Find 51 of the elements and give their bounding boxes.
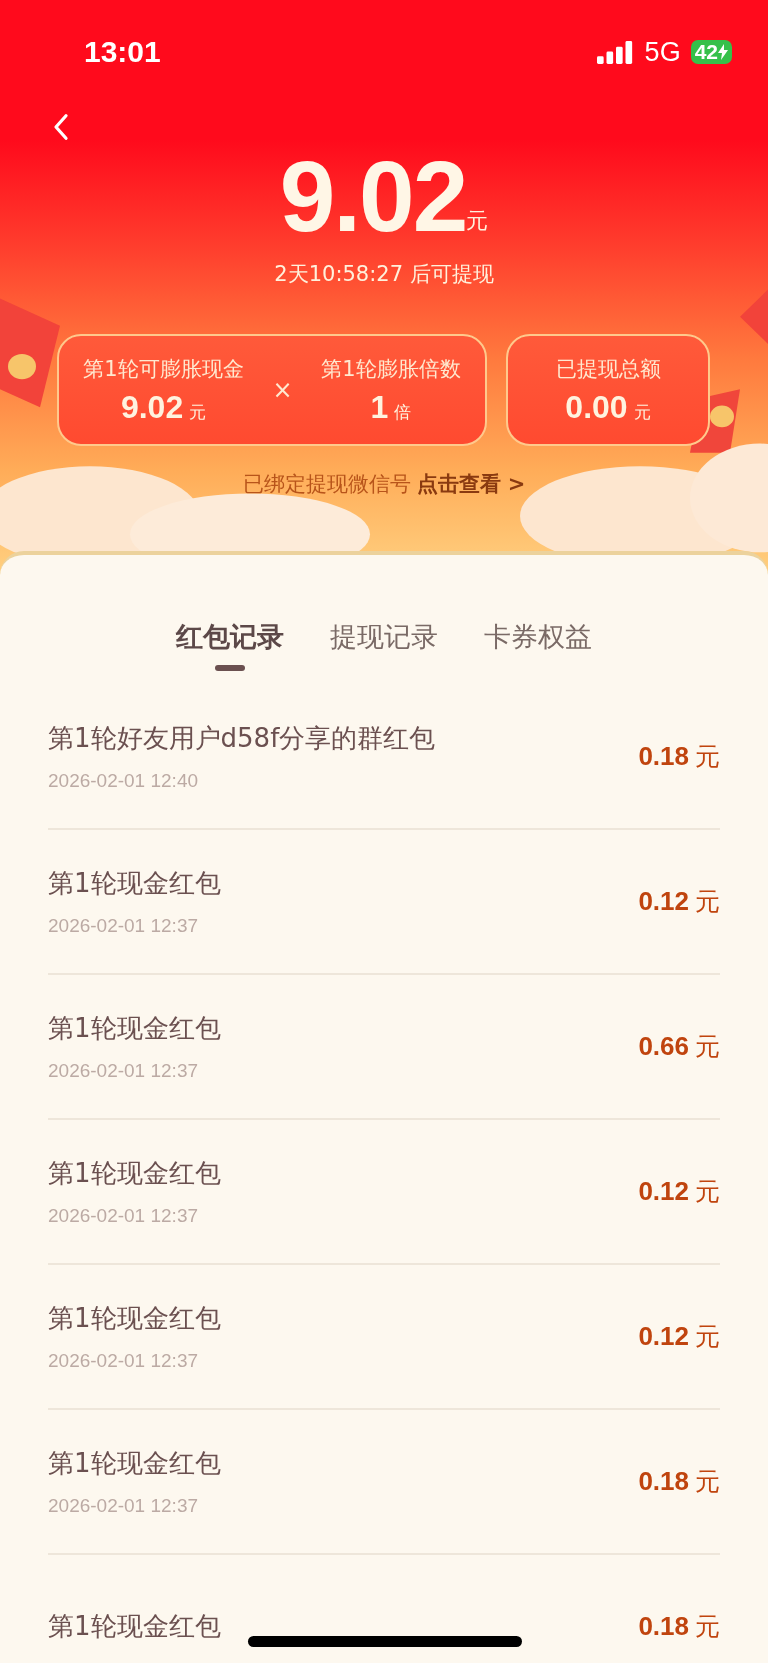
record-amount: 0.18 [638, 1611, 689, 1642]
record-title: 第1轮现金红包 [48, 1012, 221, 1045]
network-label: 5G [644, 36, 681, 68]
record-date: 2026-02-01 12:37 [48, 1495, 199, 1517]
card-value: 0.00 [565, 388, 628, 426]
record-unit: 元 [695, 1031, 720, 1063]
record-date: 2026-02-01 12:37 [48, 915, 199, 937]
currency-unit: 元 [466, 207, 489, 235]
record-title: 第1轮现金红包 [48, 1157, 221, 1190]
balance-amount: 9.02 [279, 148, 467, 244]
record-title: 第1轮现金红包 [48, 1302, 221, 1335]
record-title: 第1轮现金红包 [48, 867, 221, 900]
record-date: 2026-02-01 12:37 [48, 1205, 199, 1227]
card-unit: 倍 [394, 400, 412, 424]
battery-indicator: 42 [690, 40, 732, 64]
card-label: 第1轮膨胀倍数 [321, 355, 461, 383]
card-label: 已提现总额 [555, 355, 661, 383]
record-unit: 元 [695, 1611, 720, 1643]
record-unit: 元 [695, 886, 720, 918]
back-icon[interactable] [52, 112, 70, 142]
card-unit: 元 [633, 400, 651, 424]
tab[interactable]: 卡券权益 [484, 619, 592, 671]
record-amount: 0.12 [638, 886, 689, 917]
record-date: 2026-02-01 12:40 [48, 770, 199, 792]
record-amount: 0.18 [638, 1466, 689, 1497]
card-value: 9.02 [120, 388, 184, 426]
view-link[interactable]: 点击查看 > [416, 472, 526, 496]
tab[interactable]: 红包记录 [176, 619, 284, 671]
bolt-icon [718, 44, 728, 60]
record-amount: 0.12 [638, 1321, 689, 1352]
countdown-text: 2天10:58:27 后可提现 [273, 261, 495, 288]
card-label: 第1轮可膨胀现金 [83, 355, 244, 383]
record-unit: 元 [695, 741, 720, 773]
record-amount: 0.18 [638, 741, 689, 772]
record-unit: 元 [695, 1321, 720, 1353]
multiply-sign: × [272, 376, 293, 404]
record-title: 第1轮好友用户d58f分享的群红包 [48, 722, 436, 755]
record-date: 2026-02-01 12:37 [48, 1060, 199, 1082]
record-amount: 0.12 [638, 1176, 689, 1207]
card-unit: 元 [189, 400, 207, 424]
signal-icon [596, 40, 635, 64]
record-unit: 元 [695, 1176, 720, 1208]
record-title: 第1轮现金红包 [48, 1610, 221, 1643]
card-value: 1 [370, 388, 389, 426]
record-title: 第1轮现金红包 [48, 1447, 221, 1480]
record-date: 2026-02-01 12:37 [48, 1350, 199, 1372]
tab[interactable]: 提现记录 [330, 619, 438, 671]
record-unit: 元 [695, 1466, 720, 1498]
record-amount: 0.66 [638, 1031, 689, 1062]
status-time: 13:01 [84, 35, 161, 69]
wechat-bound-text: 已绑定提现微信号 [242, 472, 411, 496]
